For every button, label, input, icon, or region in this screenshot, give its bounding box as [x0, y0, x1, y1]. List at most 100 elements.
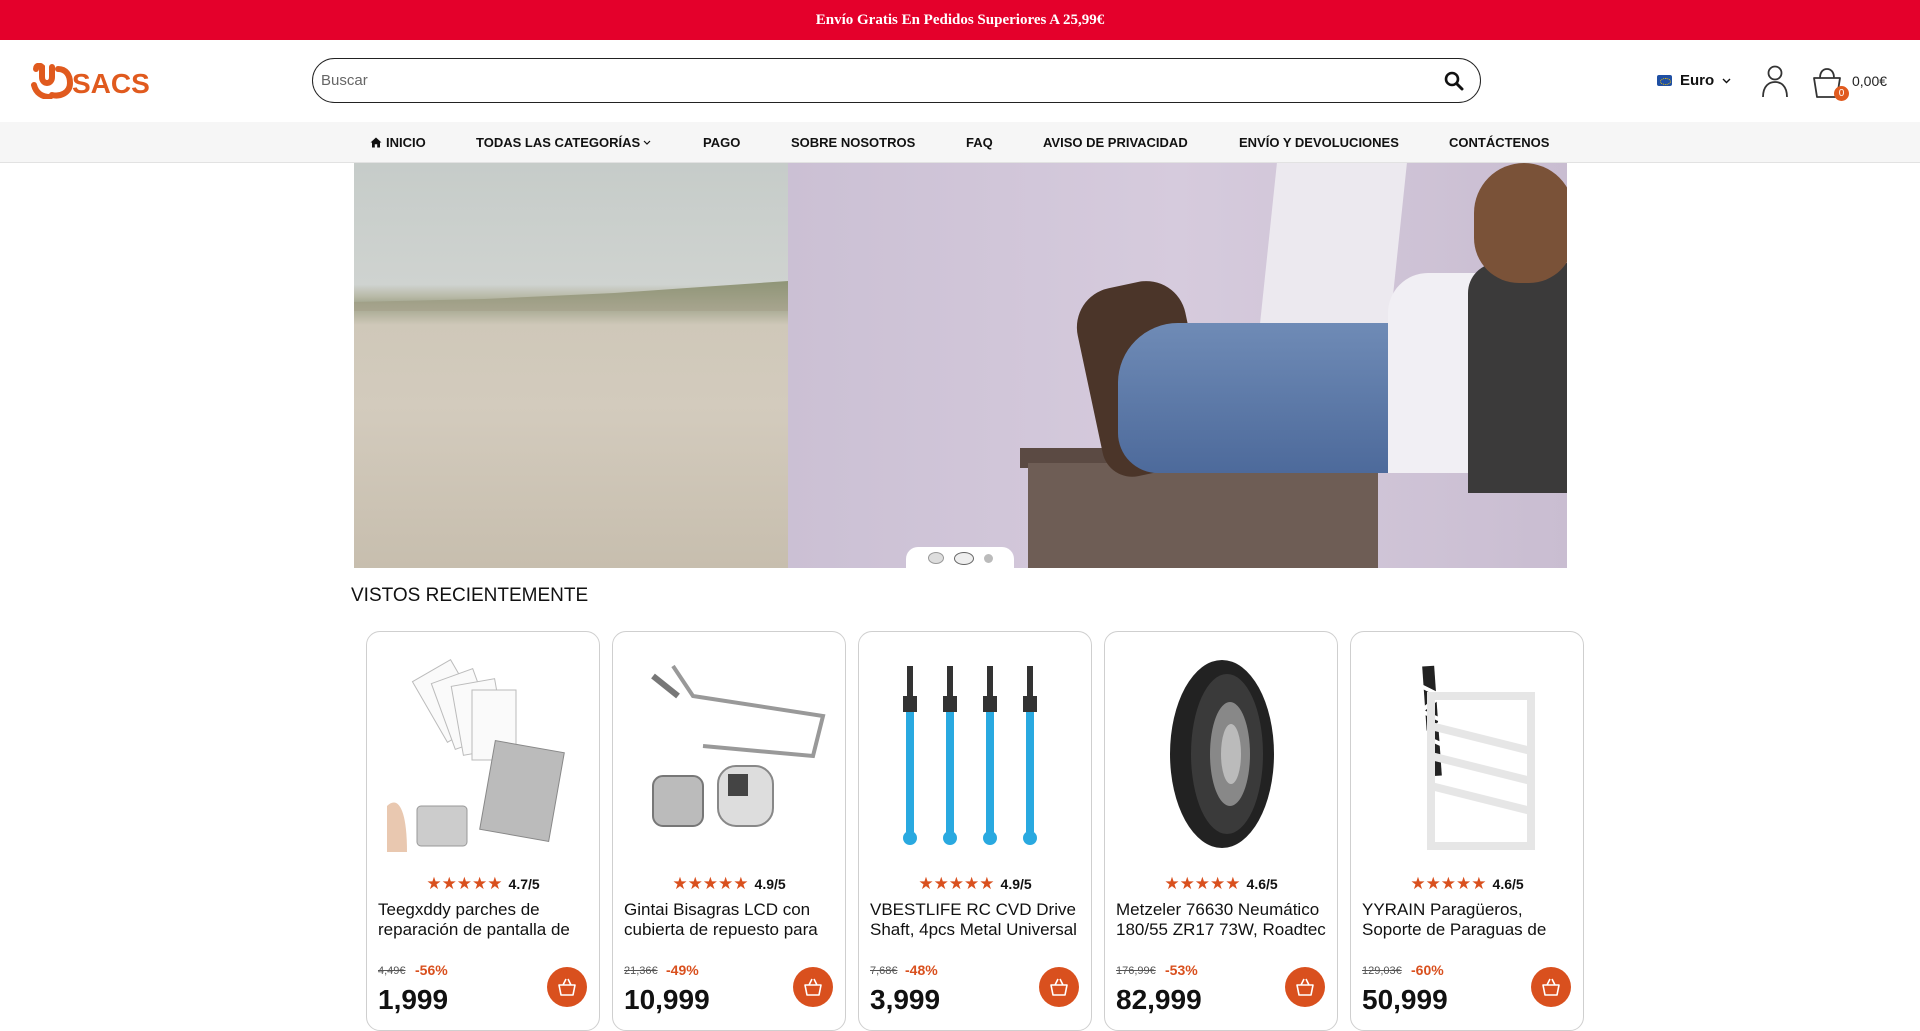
add-to-cart-button[interactable] [547, 967, 587, 1007]
nav-item-inicio[interactable]: INICIO [370, 122, 426, 163]
slider-dot-active[interactable] [953, 551, 974, 565]
nav-label: FAQ [966, 135, 993, 150]
slider-dot[interactable] [927, 552, 944, 564]
product-image [387, 656, 581, 852]
cart-count-badge: 0 [1834, 86, 1849, 101]
add-to-cart-button[interactable] [1531, 967, 1571, 1007]
logo-mark-icon [31, 63, 74, 99]
product-image [1125, 656, 1319, 852]
product-card[interactable]: ★★★★★ 4.9/5 Gintai Bisagras LCD con cubi… [612, 631, 846, 1031]
product-card[interactable]: ★★★★★ 4.7/5 Teegxddy parches de reparaci… [366, 631, 600, 1031]
nav-item-sobre-nosotros[interactable]: SOBRE NOSOTROS [791, 122, 915, 163]
nav-item-categorias[interactable]: TODAS LAS CATEGORÍAS [476, 122, 651, 163]
rating-stars-icon: ★★★★★ [1164, 874, 1241, 893]
old-price: 21,36€ [624, 965, 658, 977]
drawer [1028, 463, 1378, 568]
add-to-cart-button[interactable] [1285, 967, 1325, 1007]
product-card[interactable]: ★★★★★ 4.6/5 Metzeler 76630 Neumático 180… [1104, 631, 1338, 1031]
rating-value: 4.7/5 [508, 876, 540, 892]
nav-label: SOBRE NOSOTROS [791, 135, 916, 150]
product-rating: ★★★★★ 4.6/5 [1351, 874, 1583, 894]
rating-value: 4.9/5 [754, 876, 786, 892]
basket-icon [1542, 978, 1560, 996]
nav-label: ENVÍO Y DEVOLUCIONES [1239, 135, 1399, 150]
logo-text: SACS [72, 68, 150, 99]
main-navigation: INICIO TODAS LAS CATEGORÍAS PAGO SOBRE N… [0, 122, 1920, 163]
basket-icon [1050, 978, 1068, 996]
nav-item-faq[interactable]: FAQ [966, 122, 993, 163]
search-bar [312, 58, 1481, 103]
product-list: ★★★★★ 4.7/5 Teegxddy parches de reparaci… [366, 631, 1584, 1031]
discount-badge: -53% [1165, 962, 1198, 978]
rating-stars-icon: ★★★★★ [918, 874, 995, 893]
discount-badge: -48% [905, 962, 938, 978]
product-image [879, 656, 1073, 852]
basket-icon [1296, 978, 1314, 996]
rating-stars-icon: ★★★★★ [672, 874, 749, 893]
hero-beach-image [354, 163, 788, 568]
basket-icon [558, 978, 576, 996]
nav-label: CONTÁCTENOS [1449, 135, 1550, 150]
discount-badge: -49% [666, 962, 699, 978]
rating-value: 4.6/5 [1246, 876, 1278, 892]
rating-value: 4.9/5 [1000, 876, 1032, 892]
product-title[interactable]: Metzeler 76630 Neumático 180/55 ZR17 73W… [1116, 900, 1327, 940]
rating-stars-icon: ★★★★★ [426, 874, 503, 893]
product-title[interactable]: VBESTLIFE RC CVD Drive Shaft, 4pcs Metal… [870, 900, 1081, 940]
rating-value: 4.6/5 [1492, 876, 1524, 892]
product-image [1371, 656, 1565, 852]
promo-banner: Envío Gratis En Pedidos Superiores A 25,… [0, 0, 1920, 40]
cart-total[interactable]: 0,00€ [1852, 73, 1887, 89]
basket-icon [804, 978, 822, 996]
product-image [633, 656, 827, 852]
product-card[interactable]: ★★★★★ 4.9/5 VBESTLIFE RC CVD Drive Shaft… [858, 631, 1092, 1031]
hero-model-image [788, 163, 1567, 568]
nav-label: PAGO [703, 135, 741, 150]
search-button[interactable] [1442, 69, 1466, 93]
product-rating: ★★★★★ 4.9/5 [859, 874, 1091, 894]
promo-text: Envío Gratis En Pedidos Superiores A 25,… [815, 11, 1105, 28]
currency-label: Euro [1680, 72, 1715, 89]
product-title[interactable]: YYRAIN Paragüeros, Soporte de Paraguas d… [1362, 900, 1573, 940]
product-rating: ★★★★★ 4.7/5 [367, 874, 599, 894]
add-to-cart-button[interactable] [793, 967, 833, 1007]
nav-label: INICIO [386, 135, 426, 150]
account-icon[interactable] [1760, 64, 1790, 98]
nav-item-contactenos[interactable]: CONTÁCTENOS [1449, 122, 1549, 163]
new-price: 82,999 [1116, 984, 1202, 1015]
nav-label: AVISO DE PRIVACIDAD [1043, 135, 1188, 150]
vest-shape [1468, 263, 1567, 493]
slider-dot[interactable] [983, 553, 993, 563]
product-title[interactable]: Teegxddy parches de reparación de pantal… [378, 900, 589, 940]
nav-label: TODAS LAS CATEGORÍAS [476, 135, 641, 150]
home-icon [370, 137, 382, 148]
product-card[interactable]: ★★★★★ 4.6/5 YYRAIN Paragüeros, Soporte d… [1350, 631, 1584, 1031]
old-price: 4,49€ [378, 965, 406, 977]
new-price: 3,999 [870, 984, 941, 1015]
recently-viewed-title: VISTOS RECIENTEMENTE [351, 585, 589, 606]
discount-badge: -60% [1411, 962, 1444, 978]
site-logo[interactable]: SACS [30, 62, 150, 100]
old-price: 176,99€ [1116, 965, 1156, 977]
product-rating: ★★★★★ 4.6/5 [1105, 874, 1337, 894]
slider-dots [906, 547, 1014, 569]
product-title[interactable]: Gintai Bisagras LCD con cubierta de repu… [624, 900, 835, 940]
site-header: SACS Euro 0,00€ [0, 40, 1920, 122]
nav-item-pago[interactable]: PAGO [703, 122, 740, 163]
old-price: 7,68€ [870, 965, 898, 977]
hero-slider[interactable] [354, 163, 1567, 568]
nav-item-envio[interactable]: ENVÍO Y DEVOLUCIONES [1239, 122, 1399, 163]
new-price: 10,999 [624, 984, 710, 1015]
new-price: 1,999 [378, 984, 449, 1015]
currency-selector[interactable]: Euro [1657, 72, 1731, 89]
dune-shape [354, 281, 788, 311]
rating-stars-icon: ★★★★★ [1410, 874, 1487, 893]
new-price: 50,999 [1362, 984, 1448, 1015]
product-rating: ★★★★★ 4.9/5 [613, 874, 845, 894]
search-icon [1444, 71, 1464, 90]
eu-flag-icon [1657, 75, 1672, 86]
nav-item-privacidad[interactable]: AVISO DE PRIVACIDAD [1043, 122, 1188, 163]
add-to-cart-button[interactable] [1039, 967, 1079, 1007]
chevron-down-icon [643, 140, 651, 145]
search-input[interactable] [321, 72, 1442, 89]
